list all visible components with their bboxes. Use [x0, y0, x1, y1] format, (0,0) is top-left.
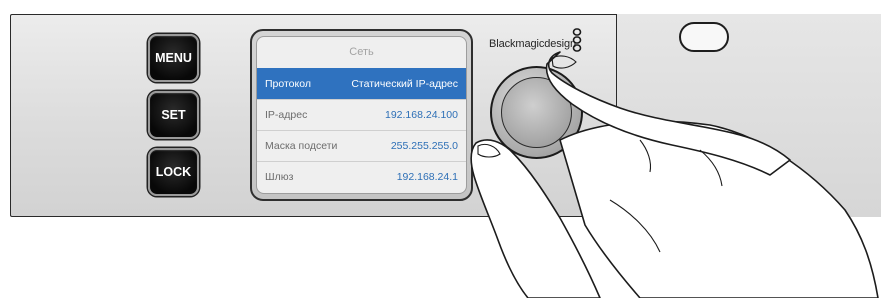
control-knob[interactable]: [490, 66, 583, 159]
menu-row-value: 255.255.255.0: [390, 140, 458, 152]
menu-row-value: Статический IP-адрес: [351, 77, 458, 90]
rack-mount-hole: [679, 22, 729, 52]
menu-row-label: Маска подсети: [265, 140, 338, 152]
menu-row-subnet-mask[interactable]: Маска подсети 255.255.255.0: [257, 130, 466, 161]
lock-button[interactable]: LOCK: [148, 148, 199, 196]
menu-row-label: IP-адрес: [265, 109, 308, 121]
blackmagic-logo-icon: [572, 28, 582, 52]
rack-ear: [616, 14, 881, 217]
menu-row-value: 192.168.24.1: [396, 171, 458, 183]
menu-row-gateway[interactable]: Шлюз 192.168.24.1: [257, 161, 466, 192]
menu-row-label: Шлюз: [265, 171, 294, 183]
menu-button[interactable]: MENU: [148, 34, 199, 82]
menu-row-protocol[interactable]: Протокол Статический IP-адрес: [257, 68, 466, 99]
brand-name: Blackmagicdesign: [489, 38, 577, 50]
menu-row-ip-address[interactable]: IP-адрес 192.168.24.100: [257, 99, 466, 130]
lcd-screen: Сеть Протокол Статический IP-адрес IP-ад…: [256, 36, 467, 194]
set-button[interactable]: SET: [148, 91, 199, 139]
menu-row-value: 192.168.24.100: [385, 109, 458, 121]
device-front-panel-scene: MENU SET LOCK Сеть Протокол Статический …: [0, 0, 881, 298]
menu-row-label: Протокол: [265, 77, 311, 90]
lcd-menu-title: Сеть: [349, 46, 374, 58]
